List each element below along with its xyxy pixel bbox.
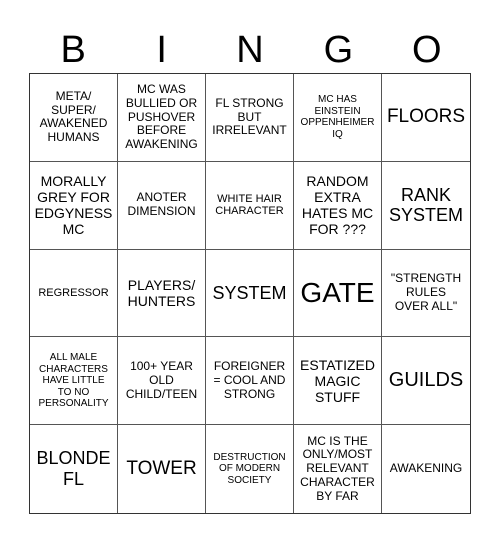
bingo-cell[interactable]: PLAYERS/ HUNTERS <box>118 249 206 338</box>
bingo-cell[interactable]: FL STRONG BUT IRRELEVANT <box>206 74 294 162</box>
bingo-cell[interactable]: REGRESSOR <box>30 249 118 338</box>
bingo-cell[interactable]: BLONDE FL <box>30 425 118 513</box>
header-letter-b: B <box>60 29 86 71</box>
bingo-cell[interactable]: WHITE HAIR CHARACTER <box>206 161 294 250</box>
header-letter-g: G <box>323 29 354 71</box>
bingo-cell[interactable]: ANOTER DIMENSION <box>118 161 206 250</box>
header-letter-n: N <box>236 29 264 71</box>
bingo-cell[interactable]: RANDOM EXTRA HATES MC FOR ??? <box>294 161 382 250</box>
bingo-cell[interactable]: 100+ YEAR OLD CHILD/TEEN <box>118 337 206 426</box>
bingo-cell[interactable]: MC IS THE ONLY/MOST RELEVANT CHARACTER B… <box>294 425 382 513</box>
bingo-cell[interactable]: AWAKENING <box>382 425 470 513</box>
bingo-cell[interactable]: GUILDS <box>382 337 470 426</box>
bingo-cell[interactable]: "STRENGTH RULES OVER ALL" <box>382 250 470 338</box>
bingo-cell[interactable]: DESTRUCTION OF MODERN SOCIETY <box>206 425 294 513</box>
bingo-cell[interactable]: RANK SYSTEM <box>382 162 470 250</box>
bingo-cell[interactable]: MORALLY GREY FOR EDGYNESS MC <box>30 161 118 250</box>
bingo-cell[interactable]: MC HAS EINSTEIN OPPENHEIMER IQ <box>294 74 382 162</box>
bingo-cell[interactable]: META/ SUPER/ AWAKENED HUMANS <box>30 74 118 162</box>
header-letter-i: I <box>156 29 167 71</box>
bingo-cell[interactable]: MC WAS BULLIED OR PUSHOVER BEFORE AWAKEN… <box>118 74 206 162</box>
bingo-cell[interactable]: FOREIGNER = COOL AND STRONG <box>206 337 294 426</box>
bingo-cell[interactable]: SYSTEM <box>206 249 294 338</box>
bingo-cell[interactable]: TOWER <box>118 425 206 513</box>
header-letter-o: O <box>412 29 442 71</box>
bingo-cell[interactable]: FLOORS <box>382 74 470 162</box>
bingo-grid: META/ SUPER/ AWAKENED HUMANS MC WAS BULL… <box>29 73 471 514</box>
bingo-cell[interactable]: ALL MALE CHARACTERS HAVE LITTLE TO NO PE… <box>30 337 118 426</box>
bingo-cell[interactable]: GATE <box>294 249 382 338</box>
bingo-cell[interactable]: ESTATIZED MAGIC STUFF <box>294 337 382 426</box>
bingo-header: B I N G O <box>29 28 471 73</box>
